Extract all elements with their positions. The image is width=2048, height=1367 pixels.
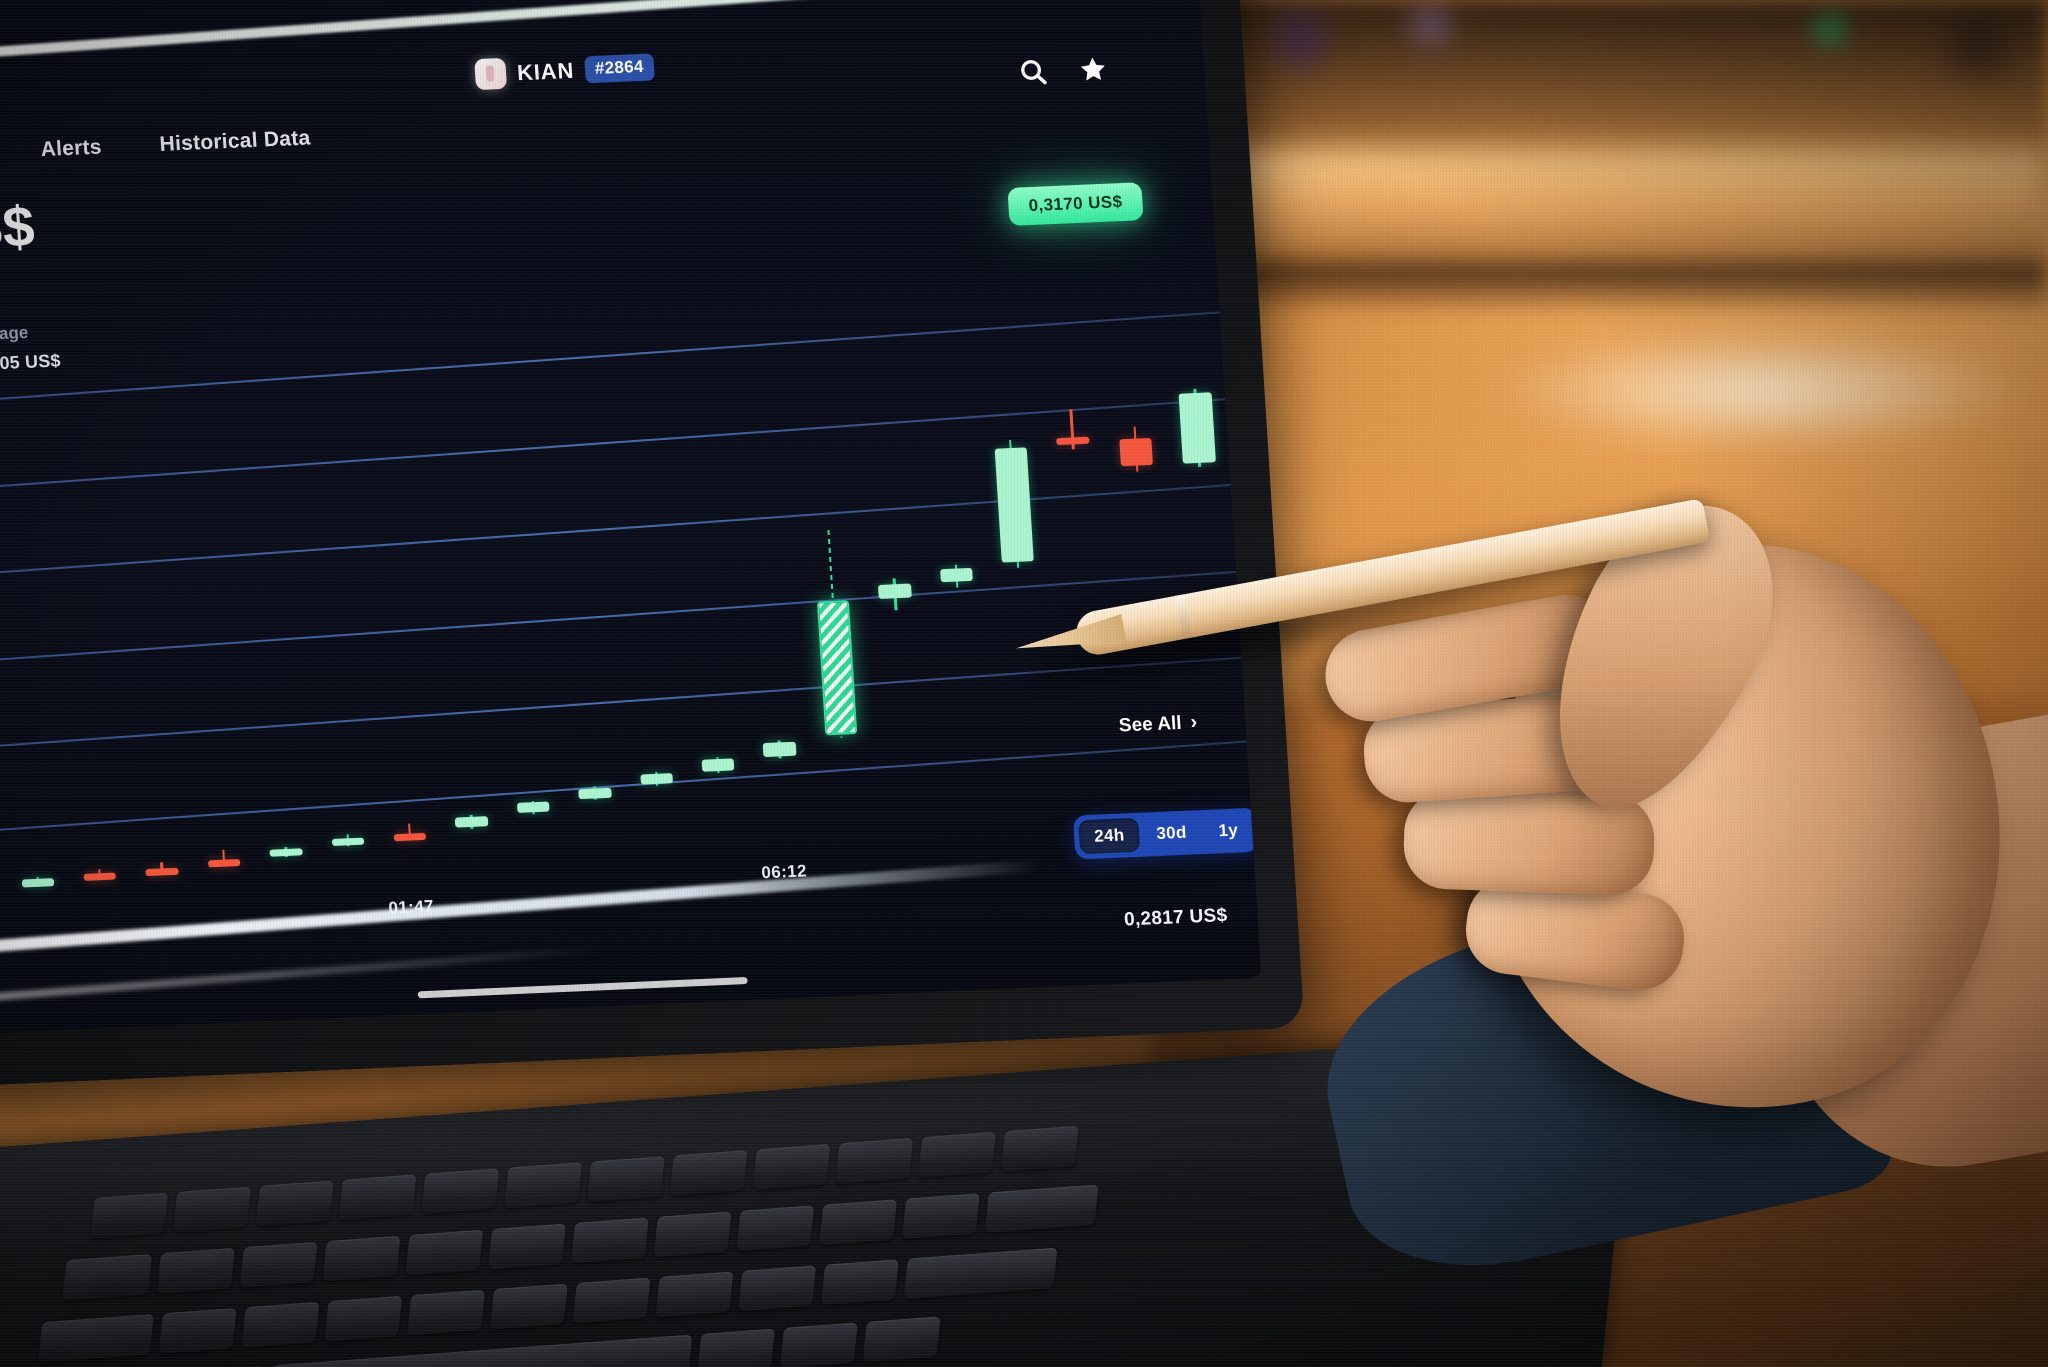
see-all-label: See All bbox=[1118, 712, 1183, 737]
chevron-right-icon: › bbox=[1189, 711, 1198, 734]
candle-body bbox=[816, 600, 858, 735]
candle-body bbox=[455, 816, 489, 828]
header-actions bbox=[1017, 54, 1109, 88]
see-all-link[interactable]: See All › bbox=[1118, 711, 1198, 737]
stat-average: Average 0,1305 US$ bbox=[0, 322, 61, 376]
tablet-screen[interactable]: 100 % KIAN #2864 Market bbox=[0, 0, 1262, 1037]
candle-body bbox=[1056, 436, 1090, 445]
candle-body bbox=[763, 742, 797, 758]
token-logo-icon bbox=[474, 57, 508, 91]
background-shelf-shadow bbox=[1160, 262, 2048, 308]
chart-gridline bbox=[0, 479, 1262, 592]
time-range-selector[interactable]: 24h 30d 1y bbox=[1072, 807, 1260, 860]
candle-body bbox=[878, 583, 912, 599]
candle-body bbox=[516, 801, 550, 814]
range-option-1y[interactable]: 1y bbox=[1203, 813, 1255, 849]
star-icon[interactable] bbox=[1077, 54, 1109, 85]
range-option-30d[interactable]: 30d bbox=[1140, 815, 1202, 852]
candle-body bbox=[939, 567, 973, 583]
price-summary: 0,3170 US$ 0,1909 ▲ 151,33 % bbox=[0, 194, 38, 311]
candle-body bbox=[639, 773, 673, 785]
candle-body bbox=[994, 447, 1035, 563]
candle-body bbox=[1178, 391, 1216, 464]
token-id-badge: #2864 bbox=[584, 53, 655, 84]
hand-holding-stylus bbox=[1370, 400, 2048, 1293]
tablet-device: 100 % KIAN #2864 Market bbox=[0, 0, 1305, 1091]
current-price: 0,3170 US$ bbox=[0, 194, 36, 272]
candle-body bbox=[701, 758, 735, 772]
price-highlight-pill[interactable]: 0,3170 US$ bbox=[1007, 182, 1144, 226]
range-option-24h[interactable]: 24h bbox=[1078, 817, 1141, 855]
chart-current-price-label: 0,2817 US$ bbox=[1123, 905, 1229, 931]
nav-item-alerts[interactable]: Alerts bbox=[40, 136, 102, 163]
candle-body bbox=[578, 787, 612, 799]
search-icon[interactable] bbox=[1017, 56, 1049, 87]
stat-average-label: Average bbox=[0, 322, 29, 345]
token-symbol-label: KIAN bbox=[516, 57, 575, 85]
candle-body bbox=[1119, 437, 1154, 467]
background-shelf bbox=[1120, 150, 2048, 270]
